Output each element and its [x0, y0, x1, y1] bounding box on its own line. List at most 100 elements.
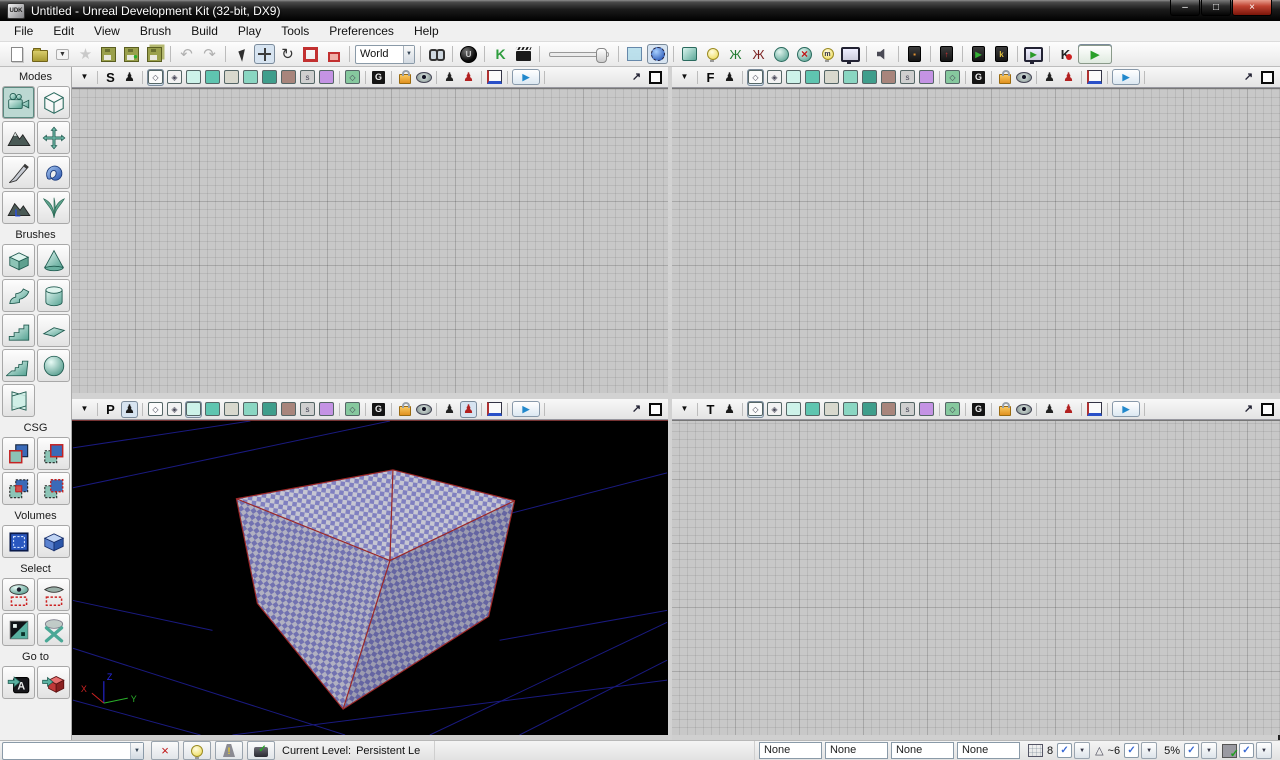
viewport-type-label[interactable]: T	[702, 401, 719, 418]
view-lit[interactable]	[804, 401, 821, 418]
view-lit[interactable]	[204, 401, 221, 418]
show-flags-icon[interactable]	[415, 401, 432, 418]
view-reflections[interactable]	[318, 401, 335, 418]
view-detail-lighting[interactable]	[223, 401, 240, 418]
actor-search-input[interactable]	[3, 744, 130, 758]
menu-edit[interactable]: Edit	[43, 22, 84, 40]
possess-pawn-icon[interactable]: ♟	[441, 401, 458, 418]
viewport-type-label[interactable]: F	[702, 69, 719, 86]
brush-linear-staircase[interactable]	[2, 314, 35, 347]
game-view-toggle[interactable]: ♟	[121, 69, 138, 86]
view-unlit[interactable]	[185, 401, 202, 418]
mode-camera[interactable]	[2, 86, 35, 119]
lock-viewport-icon[interactable]	[396, 69, 413, 86]
view-lightmap-density[interactable]: s	[899, 69, 916, 86]
select-tool-icon[interactable]	[231, 44, 252, 64]
favorites-star-icon[interactable]: ★	[75, 44, 96, 64]
popout-viewport-icon[interactable]: ↗	[628, 69, 645, 86]
volume-cube[interactable]	[37, 525, 70, 558]
build-cover-icon[interactable]: Ж	[748, 44, 769, 64]
rotation-grid-dropdown[interactable]: ▼	[1141, 742, 1157, 759]
view-shader-complexity[interactable]	[880, 401, 897, 418]
view-brush-wireframe[interactable]: ◈	[166, 69, 183, 86]
view-light-complexity[interactable]	[861, 69, 878, 86]
mode-landscape[interactable]	[2, 191, 35, 224]
menu-play[interactable]: Play	[228, 22, 271, 40]
content-browser-icon[interactable]: U	[458, 44, 479, 64]
game-mode-toggle[interactable]: G	[370, 69, 387, 86]
lock-viewport-icon[interactable]	[996, 69, 1013, 86]
redo-icon[interactable]: ↷	[199, 44, 220, 64]
mode-texture-paint[interactable]	[2, 156, 35, 189]
undo-icon[interactable]: ↶	[176, 44, 197, 64]
build-paths-icon[interactable]: Ж	[725, 44, 746, 64]
rotation-grid-checkbox[interactable]: ✓	[1124, 743, 1139, 758]
view-light-complexity[interactable]	[261, 69, 278, 86]
mobile-device-icon[interactable]: ▪	[904, 44, 925, 64]
status-paths[interactable]: !	[215, 741, 243, 760]
search-icon[interactable]	[426, 44, 447, 64]
viewport-canvas-top-right[interactable]	[672, 88, 1280, 393]
menu-brush[interactable]: Brush	[130, 22, 181, 40]
popout-viewport-icon[interactable]: ↗	[1240, 69, 1257, 86]
view-brush-wireframe[interactable]: ◈	[766, 69, 783, 86]
minimize-button[interactable]: –	[1170, 0, 1200, 16]
lock-viewport-icon[interactable]	[996, 401, 1013, 418]
combo-dropdown-icon[interactable]: ▼	[130, 743, 143, 759]
popout-viewport-icon[interactable]: ↗	[1240, 401, 1257, 418]
scale-snap-checkbox[interactable]: ✓	[1184, 743, 1199, 758]
view-unlit[interactable]	[185, 69, 202, 86]
drag-grid-dropdown[interactable]: ▼	[1074, 742, 1090, 759]
possess-pawn-icon[interactable]: ♟	[441, 69, 458, 86]
view-brush-wireframe[interactable]: ◈	[766, 401, 783, 418]
view-brush-wireframe[interactable]: ◈	[166, 401, 183, 418]
mode-terrain[interactable]	[2, 121, 35, 154]
brush-spiral-staircase[interactable]	[2, 349, 35, 382]
viewport-layout-icon[interactable]	[486, 401, 503, 418]
view-wireframe[interactable]: ◇	[747, 69, 764, 86]
matinee-icon[interactable]	[513, 44, 534, 64]
game-mode-toggle[interactable]: G	[370, 401, 387, 418]
play-in-viewport-button[interactable]: ▶	[512, 401, 540, 418]
viewport-options-dropdown[interactable]: ▼	[676, 401, 693, 418]
lighting-quality-icon[interactable]: m	[817, 44, 838, 64]
view-wireframe[interactable]: ◇	[747, 401, 764, 418]
menu-preferences[interactable]: Preferences	[319, 22, 404, 40]
view-reflections[interactable]	[318, 69, 335, 86]
fullscreen-icon[interactable]	[840, 44, 861, 64]
play-in-editor-button[interactable]: ▶	[1078, 44, 1112, 64]
toggle-sounds-icon[interactable]	[872, 44, 893, 64]
realtime-toggle[interactable]: ♟	[460, 69, 477, 86]
actor-search-combo[interactable]: ▼	[2, 742, 144, 760]
deploy-device-icon[interactable]: ↑	[936, 44, 957, 64]
menu-file[interactable]: File	[4, 22, 43, 40]
select-hide-all[interactable]	[37, 613, 70, 646]
mode-foliage[interactable]	[37, 191, 70, 224]
property-field-2[interactable]: None	[825, 742, 888, 759]
build-lighting-icon[interactable]	[702, 44, 723, 64]
close-button[interactable]: ×	[1232, 0, 1272, 16]
view-lit[interactable]	[204, 69, 221, 86]
property-field-1[interactable]: None	[759, 742, 822, 759]
mode-static-mesh[interactable]	[37, 156, 70, 189]
mode-transform[interactable]	[37, 121, 70, 154]
viewport-layout-icon[interactable]	[1086, 401, 1103, 418]
maximize-viewport-icon[interactable]	[647, 69, 664, 86]
brush-sphere[interactable]	[37, 349, 70, 382]
select-invert[interactable]	[2, 613, 35, 646]
scale-nonuniform-tool-icon[interactable]	[323, 44, 344, 64]
csg-add[interactable]	[2, 437, 35, 470]
view-lighting-only[interactable]	[842, 401, 859, 418]
possess-pawn-icon[interactable]: ♟	[1041, 69, 1058, 86]
coordinate-system-combo[interactable]: World▼	[355, 44, 415, 64]
save-all-levels-icon[interactable]	[144, 44, 165, 64]
view-lit[interactable]	[804, 69, 821, 86]
view-shader-complexity[interactable]	[280, 401, 297, 418]
viewport-layout-icon[interactable]	[486, 69, 503, 86]
viewport-options-dropdown[interactable]: ▼	[676, 69, 693, 86]
menu-tools[interactable]: Tools	[271, 22, 319, 40]
select-hide[interactable]	[37, 578, 70, 611]
play-in-viewport-button[interactable]: ▶	[1112, 401, 1140, 418]
build-geometry-icon[interactable]	[679, 44, 700, 64]
rotate-tool-icon[interactable]: ↻	[277, 44, 298, 64]
